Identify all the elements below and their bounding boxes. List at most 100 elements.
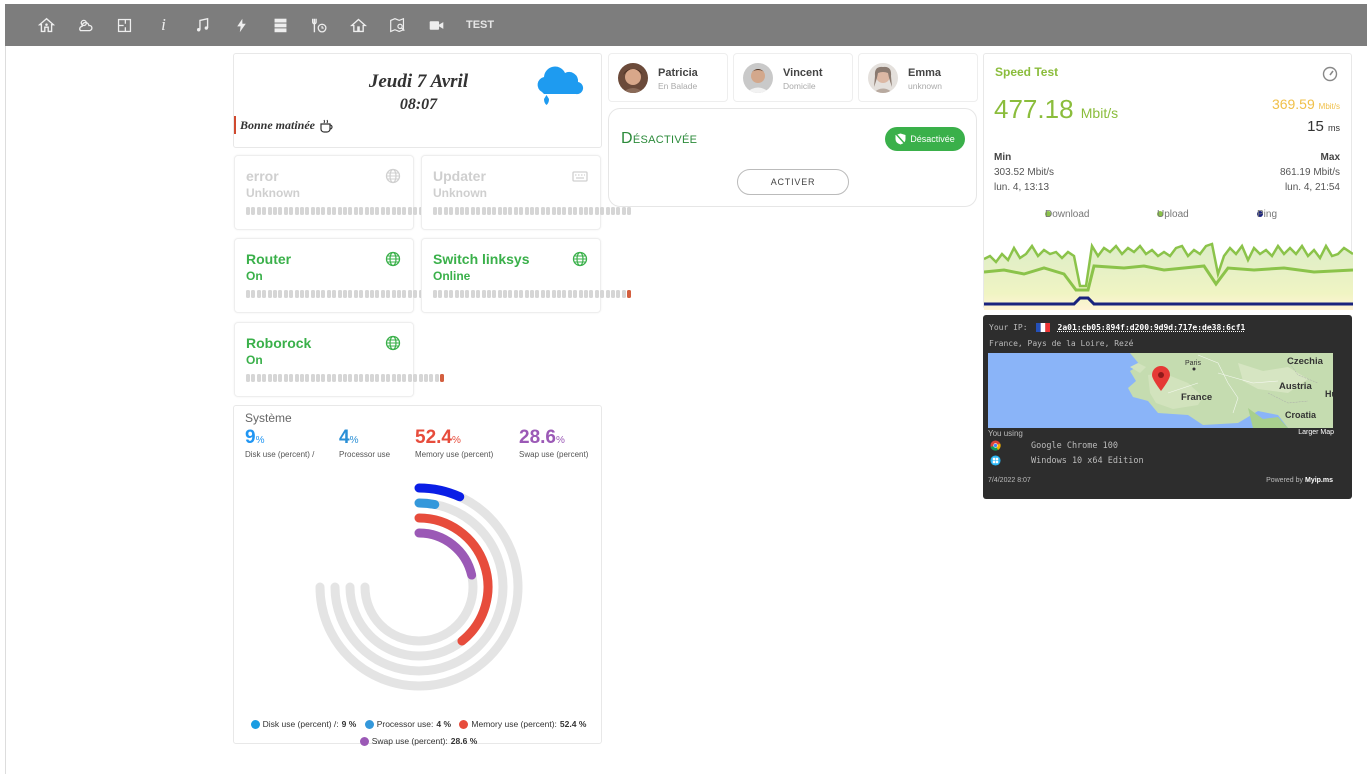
device-card-router[interactable]: Router On (234, 238, 445, 313)
alarm-status-badge[interactable]: Désactivée (885, 127, 965, 151)
tools-icon[interactable] (300, 4, 339, 46)
radial-bar-disk[interactable] (414, 483, 465, 502)
map-icon[interactable] (378, 4, 417, 46)
speedtest-title: Speed Test (995, 65, 1059, 79)
status-bar-segment (562, 207, 567, 215)
device-name: Roborock (246, 335, 312, 351)
legend-item-swap[interactable]: Swap use (percent): 28.6 % (359, 734, 477, 749)
status-bar-segment (359, 374, 364, 382)
activate-button[interactable]: ACTIVER (737, 169, 849, 195)
person-card-patricia[interactable]: Patricia En Balade (608, 53, 728, 102)
status-bar-segment (540, 207, 545, 215)
status-bar-segment (470, 290, 475, 298)
status-bar-segment (396, 374, 401, 382)
music-icon[interactable] (183, 4, 222, 46)
legend-item-processor[interactable]: Processor use: 4 % (364, 717, 451, 732)
status-bar-segment (364, 207, 369, 215)
max-value: 861.19 Mbit/s (1279, 167, 1340, 178)
metric-label: Swap use (percent) (519, 450, 589, 459)
larger-map-link[interactable]: Larger Map (1298, 429, 1334, 436)
floorplan-icon[interactable] (105, 4, 144, 46)
status-bar-segment (481, 207, 486, 215)
status-bar-segment (429, 374, 434, 382)
device-card-roborock[interactable]: Roborock On (234, 322, 445, 397)
status-bar-segment (423, 374, 428, 382)
status-bar-segment (332, 207, 337, 215)
tab-test[interactable]: TEST (456, 4, 504, 46)
ip-label: Your IP: (989, 323, 1028, 332)
avatar (868, 63, 898, 93)
person-name: Patricia (658, 67, 698, 79)
status-bar-segment (310, 207, 315, 215)
camera-icon[interactable] (417, 4, 456, 46)
legend-label: Memory use (percent): (471, 719, 557, 729)
legend-item-disk[interactable]: Disk use (percent) /: 9 % (250, 717, 356, 732)
weather-icon[interactable] (66, 4, 105, 46)
location-map[interactable]: Paris Czechia Austria Hu France Croatia (988, 353, 1333, 428)
alarm-state-title: Désactivée (621, 130, 698, 147)
legend-label: Processor use: (376, 719, 434, 729)
ip-address-link[interactable]: 2a01:cb05:894f:d200:9d9d:717e:de38:6cf1 (1058, 323, 1246, 332)
max-stats: Max 861.19 Mbit/s lun. 4, 21:54 (1280, 150, 1340, 195)
status-bar-segment (246, 374, 250, 382)
metric-label: Processor use (339, 450, 391, 459)
status-bar-segment (246, 207, 250, 215)
legend-label: Swap use (percent): (371, 736, 448, 746)
status-bar-segment (524, 290, 529, 298)
status-bar-segment (418, 374, 423, 382)
status-bar-segment (486, 290, 491, 298)
server-icon[interactable] (261, 4, 300, 46)
globe-icon (385, 251, 401, 267)
status-bar-segment (627, 290, 632, 298)
status-bar-segment (294, 290, 299, 298)
shield-off-icon (895, 133, 906, 145)
legend-upload[interactable]: Upload (1157, 209, 1189, 220)
status-bar-segment (605, 290, 610, 298)
status-bar-segment (530, 290, 535, 298)
status-bar-segment (283, 374, 288, 382)
gauge-icon[interactable] (1322, 66, 1338, 82)
status-bar-segment (433, 290, 437, 298)
status-bar-segment (353, 207, 358, 215)
legend-label: Ping (1257, 208, 1278, 220)
status-bar-segment (380, 290, 385, 298)
ping: 15 ms (1307, 118, 1340, 135)
min-value: 303.52 Mbit/s (994, 167, 1055, 178)
status-bar-segment (562, 290, 567, 298)
status-bar-segment (262, 207, 267, 215)
status-bar-segment (497, 290, 502, 298)
device-state: Unknown (246, 186, 300, 200)
home-icon[interactable] (27, 4, 66, 46)
legend-label: Download (1045, 208, 1090, 220)
download-speed: 477.18 Mbit/s (994, 94, 1118, 125)
ping-unit: ms (1328, 123, 1340, 133)
device-card-updater[interactable]: Updater Unknown (421, 155, 632, 230)
status-bar-segment (530, 207, 535, 215)
person-card-emma[interactable]: Emma unknown (858, 53, 978, 102)
map-label-hu: Hu (1325, 389, 1333, 399)
status-bar-segment (256, 207, 261, 215)
house-icon[interactable] (339, 4, 378, 46)
info-icon[interactable]: i (144, 4, 183, 46)
status-bar-segment (332, 374, 337, 382)
energy-icon[interactable] (222, 4, 261, 46)
ping-value: 15 (1307, 118, 1324, 135)
status-bar-segment (535, 290, 540, 298)
radial-bar-processor[interactable] (414, 498, 440, 509)
status-bar-segment (589, 207, 594, 215)
status-bar-segment (256, 290, 261, 298)
status-bar-segment (594, 290, 599, 298)
legend-ping[interactable]: Ping (1257, 209, 1277, 220)
ip-line: Your IP: 2a01:cb05:894f:d200:9d9d:717e:d… (989, 323, 1245, 332)
status-bar-segment (267, 207, 272, 215)
device-card-switch-linksys[interactable]: Switch linksys Online (421, 238, 632, 313)
status-bar-segment (359, 207, 364, 215)
person-card-vincent[interactable]: Vincent Domicile (733, 53, 853, 102)
status-bar-segment (535, 207, 540, 215)
legend-item-memory[interactable]: Memory use (percent): 52.4 % (459, 717, 586, 732)
device-card-error[interactable]: error Unknown (234, 155, 445, 230)
status-bar-segment (407, 374, 412, 382)
legend-download[interactable]: Download (1045, 209, 1089, 220)
powered-brand-link[interactable]: Myip.ms (1305, 477, 1333, 484)
status-bar-segment (343, 290, 348, 298)
